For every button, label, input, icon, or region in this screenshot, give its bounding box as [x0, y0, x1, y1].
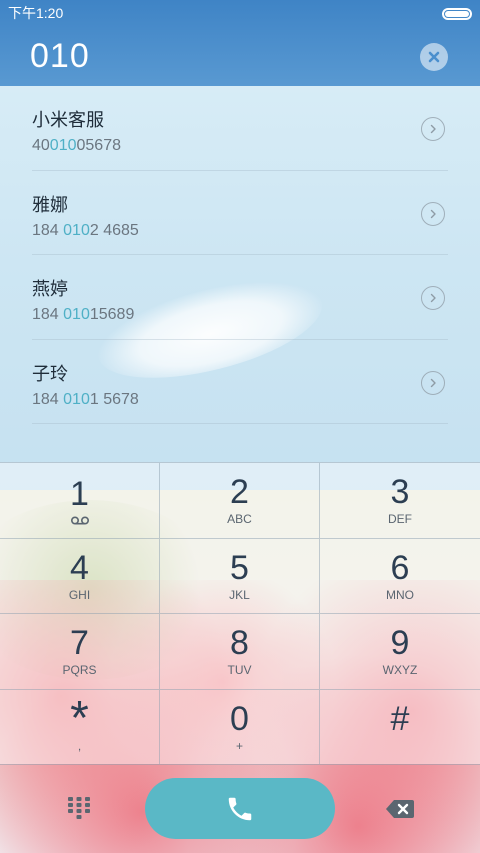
key-digit: 5 [230, 548, 249, 587]
key-letters: GHI [68, 587, 91, 602]
voicemail-icon [70, 516, 89, 525]
backspace-button[interactable] [385, 798, 415, 820]
contact-row[interactable]: 小米客服 4001005678 [32, 86, 448, 171]
close-icon [428, 51, 440, 63]
key-star[interactable]: * , [0, 689, 160, 765]
phone-icon [228, 797, 252, 820]
key-letters: MNO [386, 587, 414, 602]
key-digit: 4 [70, 548, 89, 587]
key-hash[interactable]: # [320, 690, 480, 765]
key-5[interactable]: 5 JKL [160, 538, 320, 614]
contact-detail-button[interactable] [421, 201, 445, 226]
contact-number: 4001005678 [32, 137, 121, 154]
contact-name: 燕婷 [32, 279, 68, 300]
contact-name: 雅娜 [32, 194, 68, 216]
key-6[interactable]: 6 MNO [320, 539, 480, 614]
key-letters: JKL [229, 587, 250, 602]
key-digit: 6 [390, 548, 410, 587]
number-match-highlight: 010 [63, 306, 90, 323]
key-digit: 8 [230, 624, 249, 663]
bottom-action-bar [0, 765, 480, 853]
dial-header: 010 [0, 26, 480, 86]
status-bar: 下午1:20 [0, 0, 480, 26]
key-4[interactable]: 4 GHI [0, 538, 160, 614]
contact-name: 子玲 [32, 363, 68, 385]
dialpad-toggle-button[interactable] [66, 795, 92, 821]
key-letters: WXYZ [382, 663, 418, 678]
clear-number-button[interactable] [420, 43, 448, 71]
number-match-highlight: 010 [49, 137, 77, 154]
key-digit: 3 [390, 473, 410, 512]
key-letters: PQRS [62, 663, 97, 678]
key-letters: TUV [227, 663, 252, 678]
contact-number: 184 0102 4685 [32, 221, 139, 239]
contact-detail-button[interactable] [421, 286, 445, 310]
chevron-right-icon [430, 209, 436, 218]
contact-number: 184 01015689 [32, 306, 135, 323]
contact-row[interactable]: 雅娜 184 0102 4685 [32, 171, 448, 255]
dial-keypad: 1 2 ABC 3 DEF 4 GHI 5 JKL 6 MNO 7 PQRS 8… [0, 462, 480, 765]
key-digit: 0 [230, 699, 249, 738]
number-match-highlight: 010 [63, 221, 90, 239]
chevron-right-icon [430, 293, 436, 303]
contact-detail-button[interactable] [421, 370, 445, 395]
battery-icon [442, 8, 472, 20]
dialed-number[interactable]: 010 [30, 37, 90, 76]
key-letters: DEF [388, 512, 412, 527]
key-digit: 1 [70, 474, 89, 513]
contact-name: 小米客服 [32, 110, 104, 131]
contact-results-list: 小米客服 4001005678 雅娜 184 0102 4685 燕婷 184 … [0, 86, 480, 424]
dialpad-icon [68, 797, 90, 819]
contact-row[interactable]: 子玲 184 0101 5678 [32, 340, 448, 424]
key-digit: # [390, 699, 410, 738]
key-9[interactable]: 9 WXYZ [320, 614, 480, 690]
contact-detail-button[interactable] [421, 117, 445, 141]
key-letters: + [235, 738, 243, 753]
key-letters: ABC [227, 512, 252, 527]
key-0[interactable]: 0 + [160, 689, 320, 765]
key-digit: * [70, 691, 89, 745]
key-1[interactable]: 1 [0, 463, 160, 539]
number-match-highlight: 010 [63, 390, 90, 408]
key-7[interactable]: 7 PQRS [0, 614, 160, 690]
chevron-right-icon [430, 378, 436, 387]
key-digit: 2 [230, 473, 249, 512]
key-digit: 9 [390, 624, 410, 663]
status-time: 下午1:20 [8, 5, 64, 21]
contact-number: 184 0101 5678 [32, 390, 139, 408]
key-digit: 7 [70, 624, 89, 663]
contact-row[interactable]: 燕婷 184 01015689 [32, 255, 448, 340]
key-letters: , [77, 738, 82, 753]
backspace-icon [386, 800, 414, 818]
key-2[interactable]: 2 ABC [160, 463, 320, 539]
chevron-right-icon [430, 124, 436, 134]
key-8[interactable]: 8 TUV [160, 614, 320, 690]
call-button[interactable] [145, 778, 335, 839]
key-3[interactable]: 3 DEF [320, 463, 480, 539]
